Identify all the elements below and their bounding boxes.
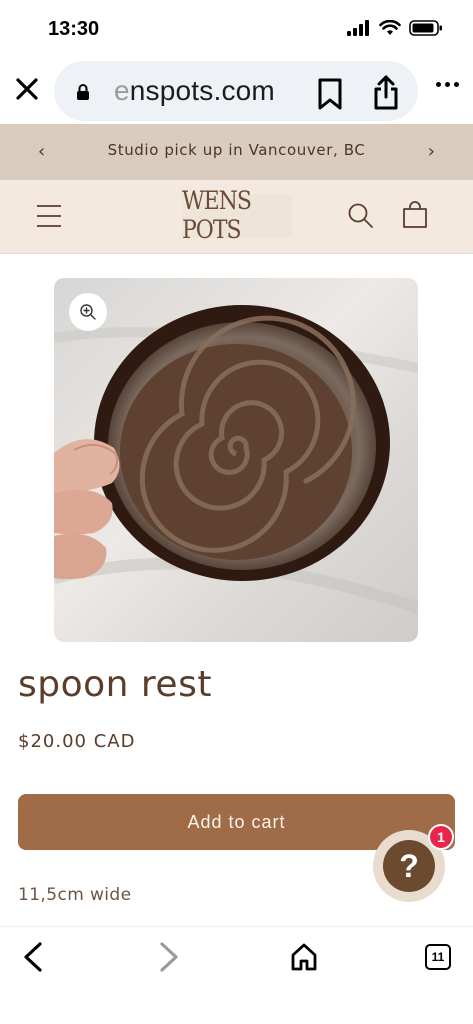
help-icon: ? [383,840,435,892]
close-button[interactable] [12,74,42,104]
announcement-text: Studio pick up in Vancouver, BC [107,141,366,159]
close-icon [16,78,38,100]
url-faded-part: e [114,75,130,106]
address-bar[interactable]: enspots.com [54,61,418,121]
menu-icon[interactable] [36,204,62,228]
more-dot [436,82,441,87]
notification-badge: 1 [428,824,454,850]
cart-icon[interactable] [401,200,429,230]
logo-text: WENS POTS [182,187,252,245]
product-price: $20.00 CAD [18,731,136,752]
site-header: WENS POTS [0,180,473,254]
more-dot [454,82,459,87]
forward-icon[interactable] [154,941,182,973]
bookmark-icon[interactable] [316,77,344,111]
product-title: spoon rest [18,664,212,705]
zoom-in-icon [80,304,96,320]
browser-bar: enspots.com [0,56,473,126]
logo[interactable]: WENS POTS [182,187,292,245]
status-icons [347,20,443,36]
bottom-toolbar: 11 [0,926,473,1024]
cellular-signal-icon [347,20,369,36]
more-icon[interactable] [436,82,459,87]
product-photo [54,305,418,614]
tabs-button[interactable]: 11 [425,944,451,970]
url-domain: nspots.com [129,75,275,106]
search-icon[interactable] [347,202,375,230]
home-icon[interactable] [290,941,318,973]
back-icon[interactable] [20,941,48,973]
zoom-button[interactable] [69,293,107,331]
wifi-icon [379,20,401,35]
status-bar: 13:30 [0,0,473,56]
more-dot [445,82,450,87]
url-text: enspots.com [114,75,275,107]
share-icon[interactable] [372,75,400,111]
battery-icon [409,20,442,36]
announcement-next-button[interactable]: › [428,141,435,162]
product-image[interactable] [54,278,418,642]
product-description: 11,5cm wide [18,885,132,905]
announcement-bar: ‹ Studio pick up in Vancouver, BC › [0,124,473,180]
status-time: 13:30 [48,18,100,40]
lock-icon [77,84,89,100]
